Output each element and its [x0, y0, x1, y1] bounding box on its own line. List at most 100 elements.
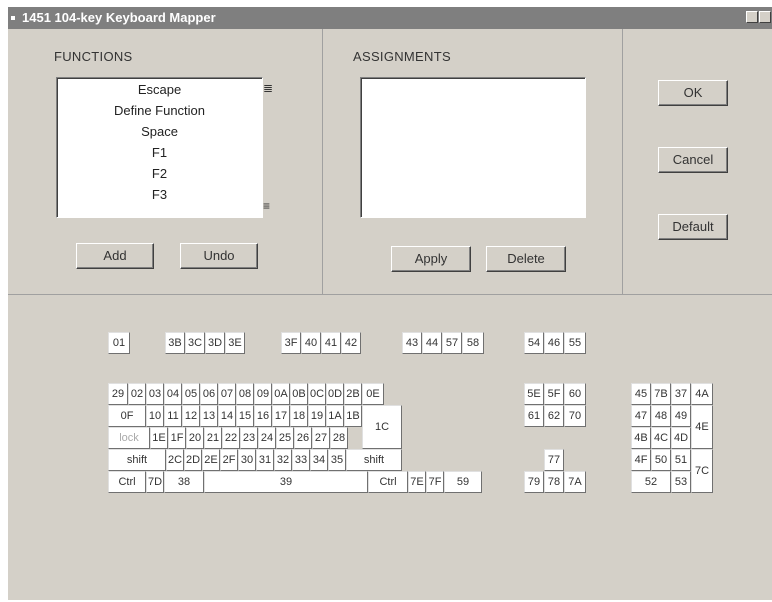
scroll-down-icon[interactable]: ≡ — [263, 200, 270, 212]
key-44[interactable]: 44 — [422, 332, 442, 354]
key-52[interactable]: 52 — [631, 471, 671, 493]
key-11[interactable]: 11 — [164, 405, 182, 427]
key-1a[interactable]: 1A — [326, 405, 344, 427]
key-34[interactable]: 34 — [310, 449, 328, 471]
key-58[interactable]: 58 — [462, 332, 484, 354]
key-50[interactable]: 50 — [651, 449, 671, 471]
key-24[interactable]: 24 — [258, 427, 276, 449]
key-16[interactable]: 16 — [254, 405, 272, 427]
key-49[interactable]: 49 — [671, 405, 691, 427]
key-0f[interactable]: 0F — [108, 405, 146, 427]
key-20[interactable]: 20 — [186, 427, 204, 449]
key-2b[interactable]: 2B — [344, 383, 362, 405]
key-3f[interactable]: 3F — [281, 332, 301, 354]
key-10[interactable]: 10 — [146, 405, 164, 427]
key-3d[interactable]: 3D — [205, 332, 225, 354]
key-33[interactable]: 33 — [292, 449, 310, 471]
key-7c[interactable]: 7C — [691, 449, 713, 493]
key-09[interactable]: 09 — [254, 383, 272, 405]
key-14[interactable]: 14 — [218, 405, 236, 427]
key-78[interactable]: 78 — [544, 471, 564, 493]
key-43[interactable]: 43 — [402, 332, 422, 354]
key-7f[interactable]: 7F — [426, 471, 444, 493]
add-button[interactable]: Add — [76, 243, 154, 269]
key-04[interactable]: 04 — [164, 383, 182, 405]
key-2d[interactable]: 2D — [184, 449, 202, 471]
key-51[interactable]: 51 — [671, 449, 691, 471]
minimize-icon[interactable] — [746, 11, 758, 23]
title-bar[interactable]: 1451 104-key Keyboard Mapper — [8, 7, 772, 29]
key-0d[interactable]: 0D — [326, 383, 344, 405]
key-37[interactable]: 37 — [671, 383, 691, 405]
key-1b[interactable]: 1B — [344, 405, 362, 427]
key-5e[interactable]: 5E — [524, 383, 544, 405]
key-19[interactable]: 19 — [308, 405, 326, 427]
key-2c[interactable]: 2C — [166, 449, 184, 471]
key-4d[interactable]: 4D — [671, 427, 691, 449]
key-0a[interactable]: 0A — [272, 383, 290, 405]
key-3e[interactable]: 3E — [225, 332, 245, 354]
key-55[interactable]: 55 — [564, 332, 586, 354]
key-01[interactable]: 01 — [108, 332, 130, 354]
key-62[interactable]: 62 — [544, 405, 564, 427]
key-4a[interactable]: 4A — [691, 383, 713, 405]
function-list-item[interactable]: Define Function — [57, 100, 262, 121]
key-29[interactable]: 29 — [108, 383, 128, 405]
function-list-item[interactable]: F3 — [57, 184, 262, 205]
function-list-item[interactable]: F2 — [57, 163, 262, 184]
key-3c[interactable]: 3C — [185, 332, 205, 354]
maximize-icon[interactable] — [759, 11, 771, 23]
key-39[interactable]: 39 — [204, 471, 368, 493]
key-07[interactable]: 07 — [218, 383, 236, 405]
key-ctrl[interactable]: Ctrl — [108, 471, 146, 493]
function-list-item[interactable]: Escape — [57, 79, 262, 100]
key-4f[interactable]: 4F — [631, 449, 651, 471]
key-7a[interactable]: 7A — [564, 471, 586, 493]
key-2e[interactable]: 2E — [202, 449, 220, 471]
function-list-item[interactable]: Space — [57, 121, 262, 142]
key-1c[interactable]: 1C — [362, 405, 402, 449]
key-05[interactable]: 05 — [182, 383, 200, 405]
key-57[interactable]: 57 — [442, 332, 462, 354]
key-2f[interactable]: 2F — [220, 449, 238, 471]
key-54[interactable]: 54 — [524, 332, 544, 354]
key-4c[interactable]: 4C — [651, 427, 671, 449]
key-0b[interactable]: 0B — [290, 383, 308, 405]
key-26[interactable]: 26 — [294, 427, 312, 449]
key-06[interactable]: 06 — [200, 383, 218, 405]
key-7b[interactable]: 7B — [651, 383, 671, 405]
system-menu-icon[interactable] — [11, 16, 15, 20]
ok-button[interactable]: OK — [658, 80, 728, 106]
key-70[interactable]: 70 — [564, 405, 586, 427]
key-27[interactable]: 27 — [312, 427, 330, 449]
key-7d[interactable]: 7D — [146, 471, 164, 493]
key-3b[interactable]: 3B — [165, 332, 185, 354]
key-4e[interactable]: 4E — [691, 405, 713, 449]
key-35[interactable]: 35 — [328, 449, 346, 471]
key-42[interactable]: 42 — [341, 332, 361, 354]
key-shift[interactable]: shift — [346, 449, 402, 471]
key-79[interactable]: 79 — [524, 471, 544, 493]
key-77[interactable]: 77 — [544, 449, 564, 471]
key-0e[interactable]: 0E — [362, 383, 384, 405]
key-40[interactable]: 40 — [301, 332, 321, 354]
key-12[interactable]: 12 — [182, 405, 200, 427]
apply-button[interactable]: Apply — [391, 246, 471, 272]
key-45[interactable]: 45 — [631, 383, 651, 405]
key-32[interactable]: 32 — [274, 449, 292, 471]
key-59[interactable]: 59 — [444, 471, 482, 493]
cancel-button[interactable]: Cancel — [658, 147, 728, 173]
key-0c[interactable]: 0C — [308, 383, 326, 405]
key-lock[interactable]: lock — [108, 427, 150, 449]
key-5f[interactable]: 5F — [544, 383, 564, 405]
key-15[interactable]: 15 — [236, 405, 254, 427]
key-18[interactable]: 18 — [290, 405, 308, 427]
key-17[interactable]: 17 — [272, 405, 290, 427]
key-shift[interactable]: shift — [108, 449, 166, 471]
key-53[interactable]: 53 — [671, 471, 691, 493]
assignments-list[interactable] — [360, 77, 586, 218]
key-25[interactable]: 25 — [276, 427, 294, 449]
key-47[interactable]: 47 — [631, 405, 651, 427]
key-31[interactable]: 31 — [256, 449, 274, 471]
key-28[interactable]: 28 — [330, 427, 348, 449]
